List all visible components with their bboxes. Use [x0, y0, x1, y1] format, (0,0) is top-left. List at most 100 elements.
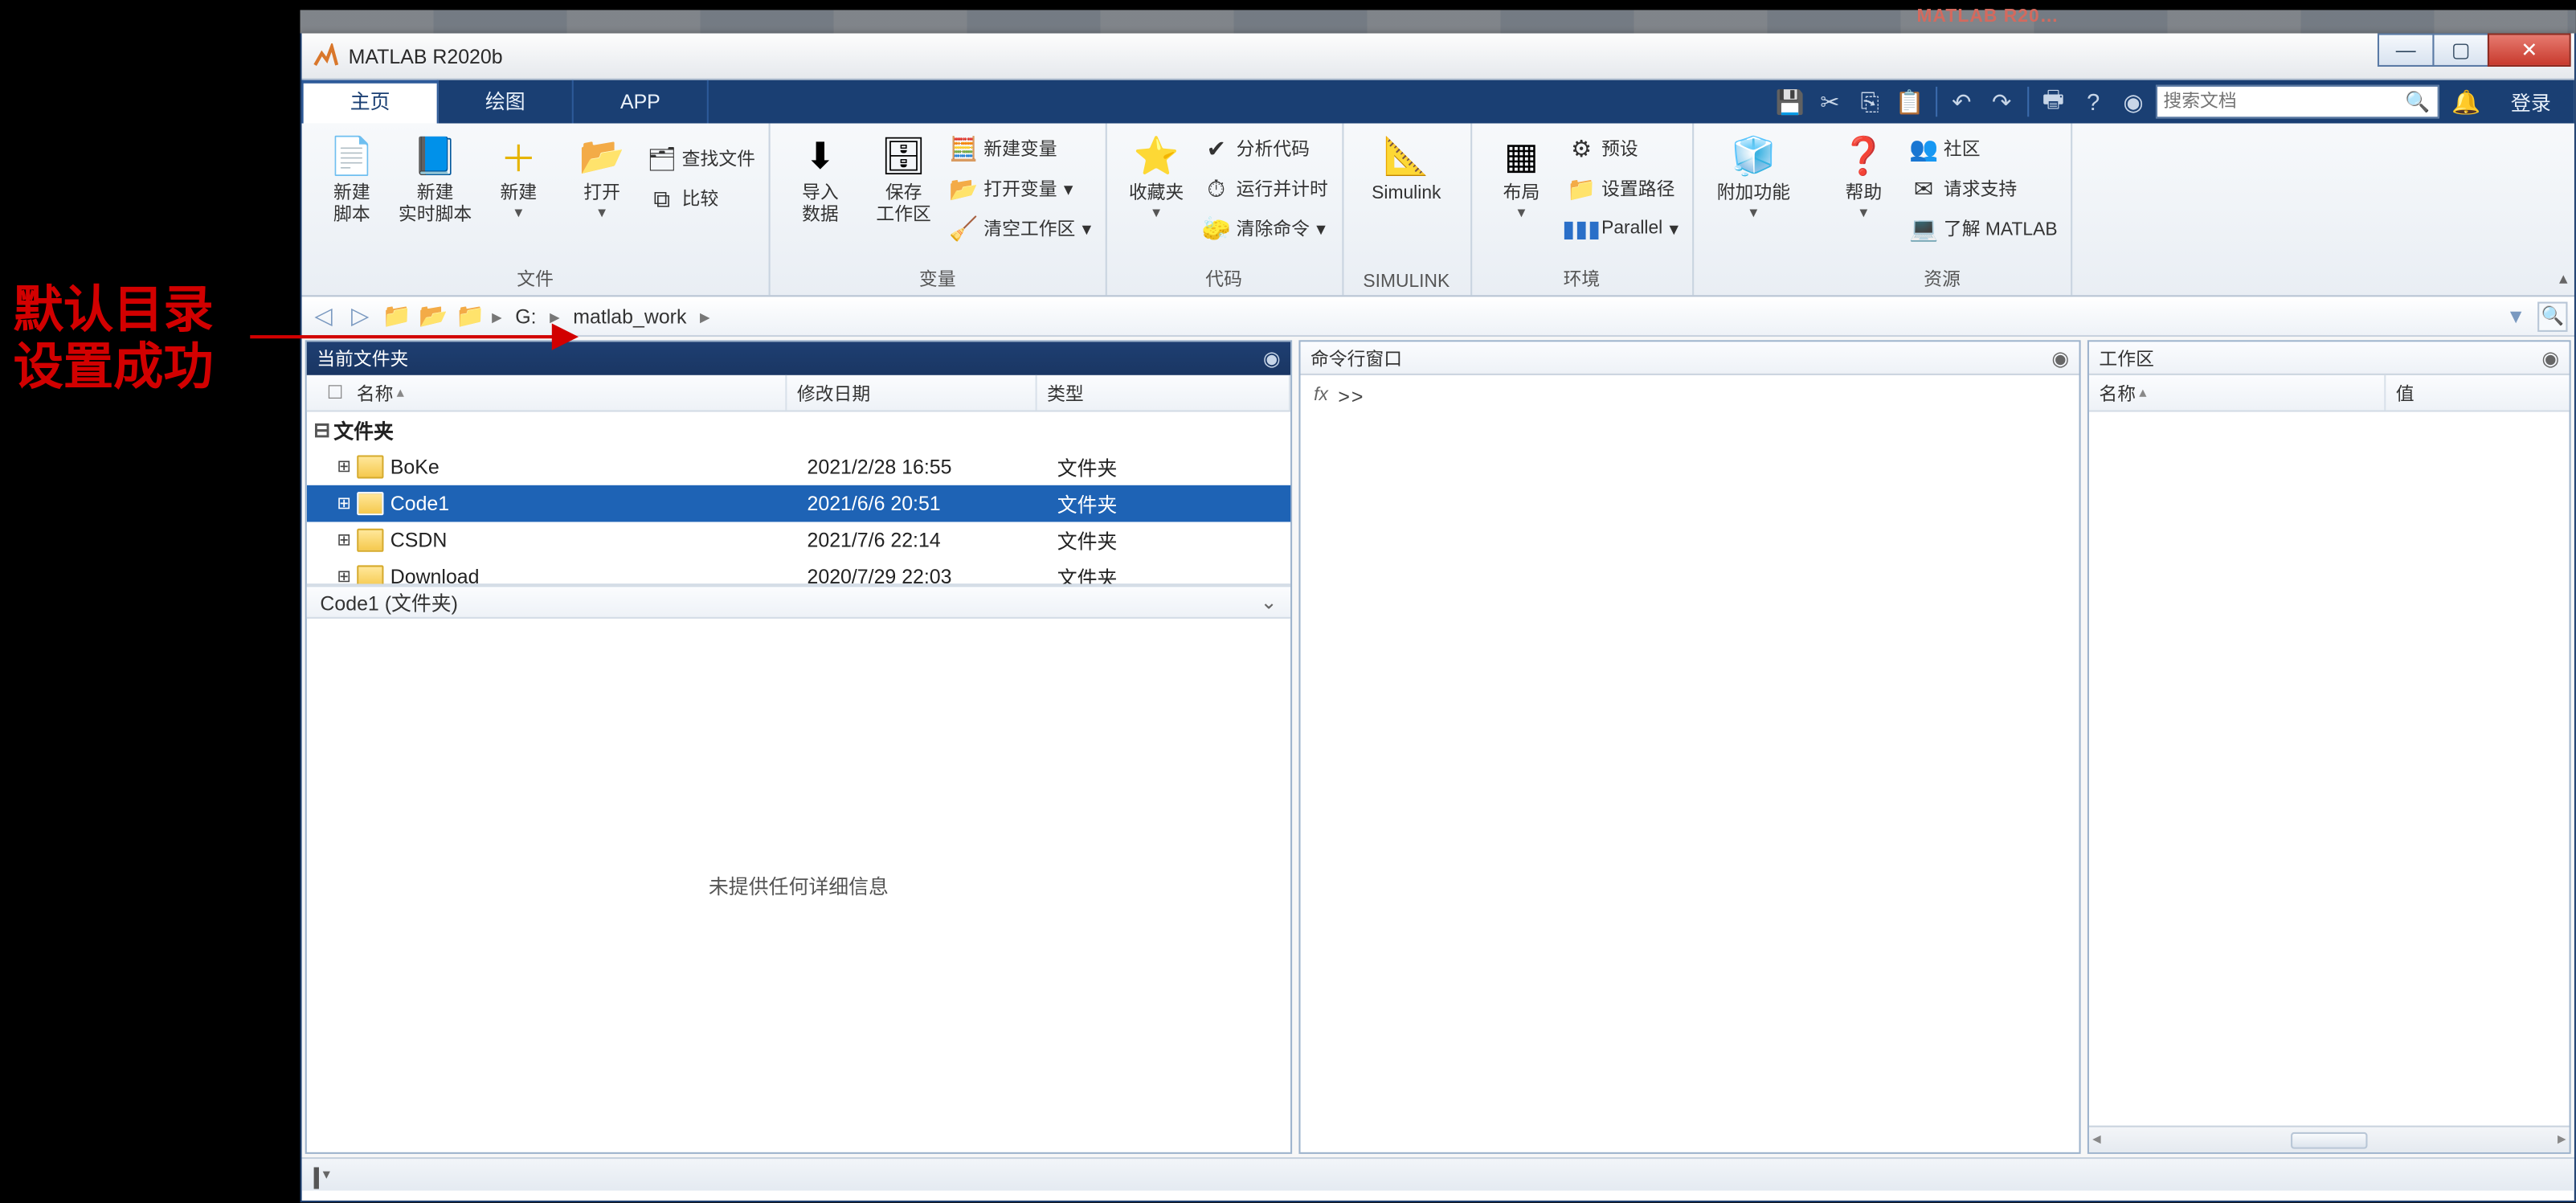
scroll-right-icon[interactable]: ▸: [2558, 1131, 2566, 1149]
pane-menu-icon[interactable]: ◉: [1263, 347, 1281, 370]
notifications-icon[interactable]: 🔔: [2442, 88, 2491, 116]
history-folder-icon[interactable]: 📂: [419, 301, 448, 331]
expand-icon[interactable]: ⊞: [337, 494, 357, 513]
forward-icon[interactable]: ▷: [346, 301, 375, 331]
compare-icon: ⧉: [648, 185, 675, 211]
tab-home[interactable]: 主页: [302, 80, 439, 124]
annotation-arrow: [250, 335, 575, 338]
clear-workspace-button[interactable]: 🧹清空工作区 ▾: [947, 210, 1095, 247]
background-window-label: MATLAB R20…: [1917, 6, 2059, 30]
file-group-row[interactable]: ⊟ 文件夹: [307, 412, 1290, 449]
simulink-button[interactable]: 📐 Simulink: [1353, 130, 1460, 205]
maximize-button[interactable]: ▢: [2432, 34, 2489, 68]
cut-icon[interactable]: ✂: [1812, 84, 1849, 121]
tab-apps[interactable]: APP: [574, 80, 709, 124]
expand-icon[interactable]: ⊞: [337, 568, 357, 584]
ws-col-value[interactable]: 值: [2386, 375, 2569, 411]
ws-col-name[interactable]: 名称▴: [2089, 375, 2386, 411]
new-live-script-button[interactable]: 📘 新建实时脚本: [395, 130, 476, 227]
browse-folder-icon[interactable]: 📁: [455, 301, 485, 331]
expand-icon[interactable]: ⊞: [337, 531, 357, 550]
analyze-code-button[interactable]: ✔分析代码: [1200, 130, 1331, 167]
scroll-thumb[interactable]: [2291, 1131, 2367, 1148]
file-row[interactable]: ⊞BoKe2021/2/28 16:55文件夹: [307, 448, 1290, 485]
search-icon[interactable]: 🔍: [2405, 90, 2430, 113]
help-button[interactable]: ❓ 帮助 ▼: [1824, 130, 1904, 247]
scroll-left-icon[interactable]: ◂: [2092, 1131, 2100, 1149]
file-row[interactable]: ⊞Code12021/6/6 20:51文件夹: [307, 485, 1290, 522]
command-window-body[interactable]: fx >>: [1301, 375, 2079, 1152]
close-button[interactable]: ✕: [2488, 34, 2571, 68]
crumb-folder[interactable]: matlab_work: [566, 305, 693, 328]
file-name: CSDN: [390, 529, 448, 552]
col-date[interactable]: 修改日期: [787, 375, 1037, 411]
clear-commands-button[interactable]: 🧽清除命令 ▾: [1200, 210, 1331, 247]
learn-matlab-button[interactable]: 💻了解 MATLAB: [1907, 210, 2060, 247]
pane-menu-icon[interactable]: ◉: [2541, 346, 2559, 370]
folder-icon: [357, 565, 383, 583]
details-header[interactable]: Code1 (文件夹) ⌄: [307, 585, 1290, 619]
open-variable-button[interactable]: 📂打开变量 ▾: [947, 170, 1095, 207]
collapse-icon[interactable]: ⊟: [313, 419, 333, 442]
quick-access-toolbar: 💾 ✂ ⎘ 📋 ↶ ↷ 🖶 ? ◉ 🔍 🔔 登录: [1772, 80, 2574, 124]
community-button[interactable]: 👥社区: [1907, 130, 2060, 167]
set-path-button[interactable]: 📁设置路径: [1564, 170, 1682, 207]
crumb-drive[interactable]: G:: [509, 305, 543, 328]
collapse-ribbon-icon[interactable]: ▴: [2559, 270, 2567, 288]
save-icon[interactable]: 💾: [1772, 84, 1809, 121]
save-workspace-icon: 🗄: [881, 133, 927, 180]
status-dropdown-icon[interactable]: ▾: [323, 1165, 330, 1184]
col-name[interactable]: ☐ 名称▴: [307, 375, 787, 411]
new-script-button[interactable]: 📄 新建脚本: [312, 130, 392, 227]
copy-icon[interactable]: ⎘: [1851, 84, 1888, 121]
preferences-button[interactable]: ⚙预设: [1564, 130, 1682, 167]
search-input[interactable]: [2163, 92, 2405, 112]
tab-plots[interactable]: 绘图: [439, 80, 574, 124]
print-icon[interactable]: 🖶: [2035, 84, 2072, 121]
workspace-body[interactable]: ◂ ▸: [2089, 412, 2570, 1152]
learn-icon: 💻: [1910, 215, 1936, 242]
address-search-icon[interactable]: 🔍: [2537, 301, 2567, 331]
chevron-down-icon: ▾: [1316, 218, 1325, 239]
file-list[interactable]: ⊟ 文件夹 ⊞BoKe2021/2/28 16:55文件夹⊞Code12021/…: [307, 412, 1290, 584]
back-icon[interactable]: ◁: [309, 301, 338, 331]
new-button[interactable]: ＋ 新建 ▼: [479, 130, 559, 227]
help-icon[interactable]: ?: [2075, 84, 2112, 121]
chevron-down-icon: ▾: [1082, 218, 1091, 239]
group-label-file: 文件: [312, 262, 758, 292]
paste-icon[interactable]: 📋: [1891, 84, 1928, 121]
login-button[interactable]: 登录: [2494, 88, 2567, 116]
undo-icon[interactable]: ↶: [1944, 84, 1981, 121]
run-and-time-button[interactable]: ⏱运行并计时: [1200, 170, 1331, 207]
details-body: 未提供任何详细信息: [307, 619, 1290, 1152]
request-support-button[interactable]: ✉请求支持: [1907, 170, 2060, 207]
address-dropdown-icon[interactable]: ▾: [2501, 301, 2531, 331]
addons-button[interactable]: 🧊 附加功能 ▼: [1703, 130, 1804, 220]
parallel-button[interactable]: ▮▮▮Parallel ▾: [1564, 210, 1682, 247]
redo-icon[interactable]: ↷: [1983, 84, 2020, 121]
workspace-scrollbar[interactable]: ◂ ▸: [2089, 1126, 2570, 1152]
more-icon[interactable]: ◉: [2115, 84, 2152, 121]
current-folder-title: 当前文件夹 ◉: [307, 342, 1290, 375]
window-controls: — ▢ ✕: [2379, 34, 2571, 68]
import-data-button[interactable]: ⬇ 导入数据: [780, 130, 861, 247]
up-folder-icon[interactable]: 📁: [382, 301, 411, 331]
pane-menu-icon[interactable]: ◉: [2051, 346, 2069, 370]
details-toggle-icon[interactable]: ⌄: [1261, 591, 1278, 614]
minimize-button[interactable]: —: [2378, 34, 2435, 68]
file-row[interactable]: ⊞Download2020/7/29 22:03文件夹: [307, 559, 1290, 583]
favorites-button[interactable]: ⭐ 收藏夹 ▼: [1116, 130, 1196, 247]
file-row[interactable]: ⊞CSDN2021/7/6 22:14文件夹: [307, 522, 1290, 559]
find-files-button[interactable]: 🗂查找文件: [645, 140, 758, 177]
layout-button[interactable]: ▦ 布局 ▼: [1482, 130, 1562, 247]
open-folder-icon: 📂: [579, 133, 625, 180]
col-type[interactable]: 类型: [1037, 375, 1290, 411]
save-workspace-button[interactable]: 🗄 保存工作区: [864, 130, 944, 247]
chevron-right-icon[interactable]: ▸: [700, 305, 710, 328]
compare-button[interactable]: ⧉比较: [645, 180, 758, 217]
fx-icon[interactable]: fx: [1314, 385, 1328, 405]
new-variable-button[interactable]: 🧮新建变量: [947, 130, 1095, 167]
open-button[interactable]: 📂 打开 ▼: [562, 130, 642, 227]
expand-icon[interactable]: ⊞: [337, 458, 357, 477]
search-docs[interactable]: 🔍: [2155, 85, 2439, 118]
